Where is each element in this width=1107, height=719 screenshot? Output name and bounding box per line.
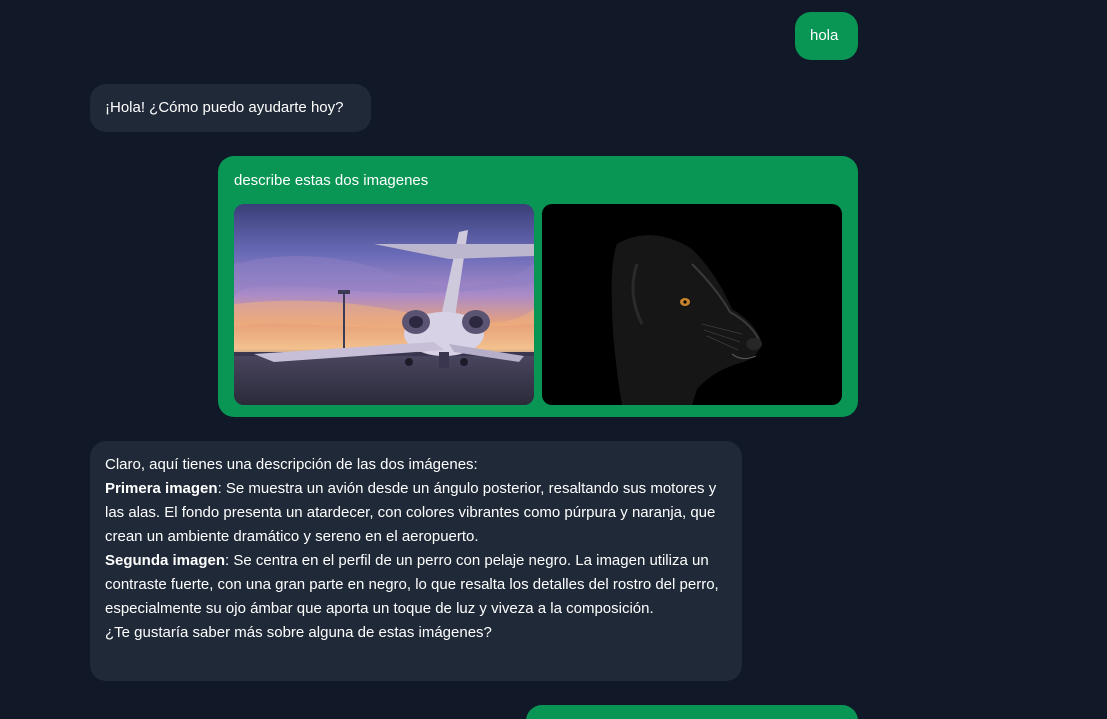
message-outro: ¿Te gustaría saber más sobre alguna de e… (105, 624, 492, 641)
message-text: describe estas dos imagenes (234, 172, 429, 189)
dog-photo[interactable] (542, 204, 842, 405)
item-label: Segunda imagen (105, 552, 226, 569)
image-attachments (234, 204, 842, 405)
message-intro: Claro, aquí tienes una descripción de la… (105, 456, 478, 473)
assistant-message: Claro, aquí tienes una descripción de la… (90, 441, 742, 681)
chat-thread: hola ¡Hola! ¿Cómo puedo ayudarte hoy? de… (0, 0, 1107, 719)
description-item-1: Primera imagen: Se muestra un avión desd… (105, 477, 727, 549)
user-message (526, 705, 858, 719)
airplane-photo[interactable] (234, 204, 534, 405)
assistant-message: ¡Hola! ¿Cómo puedo ayudarte hoy? (90, 84, 371, 132)
message-text: ¡Hola! ¿Cómo puedo ayudarte hoy? (105, 99, 344, 116)
description-item-2: Segunda imagen: Se centra en el perfil d… (105, 549, 727, 621)
message-text: hola (810, 27, 839, 44)
item-label: Primera imagen (105, 480, 218, 497)
user-message: hola (795, 12, 858, 60)
user-message-with-images: describe estas dos imagenes (218, 156, 858, 417)
